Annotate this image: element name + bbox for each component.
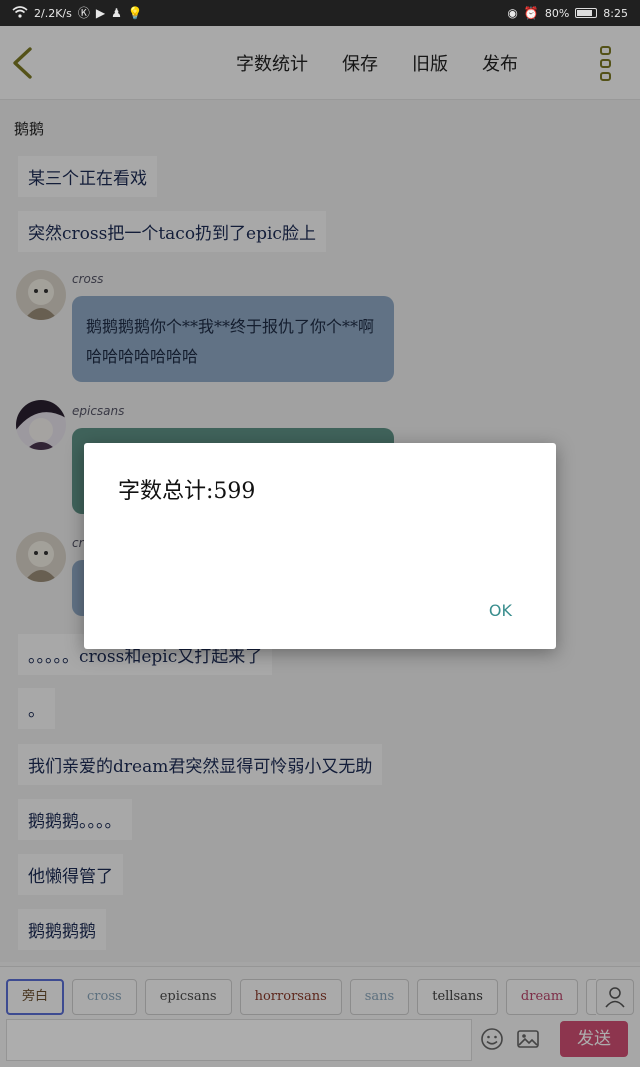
alarm-icon: ⏰ [523,6,539,20]
bulb-icon: 💡 [127,6,143,20]
qq-icon: ♟ [111,6,122,20]
clock: 8:25 [603,6,628,20]
network-speed: 2/.2K/s [34,6,72,20]
video-icon: ▶ [95,6,106,20]
battery-percent: 80% [544,6,570,20]
eye-icon: ◉ [507,6,518,20]
dialog-message: 字数总计:599 [118,479,256,504]
ok-button[interactable]: OK [489,601,512,620]
battery-icon [575,8,598,18]
word-count-dialog: 字数总计:599 OK [84,443,556,649]
status-bar: 2/.2K/s Ⓚ ▶ ♟ 💡 ◉ ⏰ 80% 8:25 [0,0,640,26]
wifi-icon [12,6,28,20]
k-app-icon: Ⓚ [77,6,90,20]
